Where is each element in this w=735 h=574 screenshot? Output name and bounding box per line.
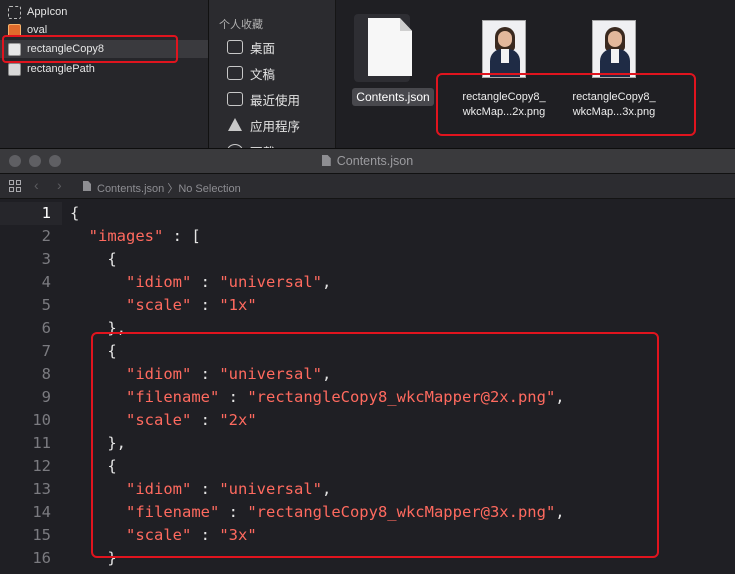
asset-catalog-list: AppIcon oval rectangleCopy8 rectanglePat… bbox=[0, 0, 209, 148]
code-line[interactable]: 4 "idiom" : "universal", bbox=[0, 271, 735, 294]
image-thumbnail-icon bbox=[482, 20, 526, 78]
string-token: "idiom" bbox=[126, 273, 192, 291]
appicon-placeholder-icon bbox=[8, 5, 21, 19]
sidebar-item-desktop[interactable]: 桌面 bbox=[227, 37, 275, 57]
sidebar-item-applications[interactable]: 应用程序 bbox=[227, 115, 300, 135]
string-token: "images" bbox=[88, 227, 164, 245]
asset-item-label: rectanglePath bbox=[27, 63, 95, 75]
punctuation-token bbox=[70, 273, 126, 291]
applications-icon bbox=[227, 118, 243, 132]
line-number: 11 bbox=[32, 434, 51, 452]
sidebar-item-label: 桌面 bbox=[250, 41, 276, 56]
recents-icon bbox=[227, 92, 243, 106]
punctuation-token: , bbox=[321, 273, 332, 291]
string-token: "scale" bbox=[126, 296, 192, 314]
forward-chevron-icon[interactable]: › bbox=[57, 177, 62, 193]
line-number: 6 bbox=[41, 319, 51, 337]
annotation-highlight-thumbnails bbox=[436, 73, 696, 136]
file-label: Contents.json bbox=[352, 88, 434, 106]
punctuation-token: { bbox=[70, 204, 80, 222]
document-icon bbox=[83, 181, 91, 191]
punctuation-token: : bbox=[191, 273, 220, 291]
document-icon bbox=[321, 155, 331, 166]
annotation-highlight-asset bbox=[2, 35, 178, 63]
line-number: 2 bbox=[41, 227, 51, 245]
asset-item-label: AppIcon bbox=[27, 6, 68, 18]
window-title-text: Contents.json bbox=[336, 154, 414, 168]
code-line[interactable]: 5 "scale" : "1x" bbox=[0, 294, 735, 317]
punctuation-token: : [ bbox=[163, 227, 201, 245]
punctuation-token: : bbox=[191, 296, 220, 314]
line-number: 13 bbox=[32, 480, 51, 498]
line-number: 7 bbox=[41, 342, 51, 360]
favorites-heading: 个人收藏 bbox=[219, 19, 263, 31]
code-text: "images" : [ bbox=[70, 225, 201, 248]
code-text: { bbox=[70, 248, 117, 271]
image-set-icon bbox=[8, 62, 21, 76]
jump-bar: ‹ › Contents.json 〉No Selection bbox=[0, 174, 735, 199]
line-number: 9 bbox=[41, 388, 51, 406]
punctuation-token: { bbox=[70, 250, 117, 268]
finder-sidebar: 个人收藏 桌面 文稿 最近使用 应用程序 下载 bbox=[209, 0, 336, 148]
documents-icon bbox=[227, 66, 243, 80]
annotation-highlight-code bbox=[91, 332, 659, 558]
punctuation-token bbox=[70, 227, 89, 245]
line-number: 10 bbox=[32, 411, 51, 429]
code-line[interactable]: 2 "images" : [ bbox=[0, 225, 735, 248]
string-token: "1x" bbox=[219, 296, 257, 314]
top-region: AppIcon oval rectangleCopy8 rectanglePat… bbox=[0, 0, 735, 148]
code-text: "idiom" : "universal", bbox=[70, 271, 331, 294]
asset-item-appicon[interactable]: AppIcon bbox=[8, 3, 67, 21]
string-token: "universal" bbox=[219, 273, 322, 291]
line-number: 12 bbox=[32, 457, 51, 475]
line-number: 3 bbox=[41, 250, 51, 268]
line-number: 16 bbox=[32, 549, 51, 567]
back-chevron-icon[interactable]: ‹ bbox=[34, 177, 39, 193]
line-number: 5 bbox=[41, 296, 51, 314]
line-number: 1 bbox=[41, 204, 51, 222]
line-number: 14 bbox=[32, 503, 51, 521]
image-thumbnail-icon bbox=[592, 20, 636, 78]
line-number: 8 bbox=[41, 365, 51, 383]
breadcrumb[interactable]: Contents.json 〉No Selection bbox=[97, 180, 241, 196]
sidebar-item-label: 应用程序 bbox=[250, 119, 301, 134]
editor-window: Contents.json ‹ › Contents.json 〉No Sele… bbox=[0, 148, 735, 574]
code-text: { bbox=[70, 202, 79, 225]
json-document-icon bbox=[354, 14, 412, 82]
sidebar-item-label: 最近使用 bbox=[250, 93, 301, 108]
related-items-grid-icon[interactable] bbox=[9, 180, 21, 192]
code-line[interactable]: 3 { bbox=[0, 248, 735, 271]
desktop-icon bbox=[227, 40, 243, 54]
window-titlebar: Contents.json bbox=[0, 149, 735, 174]
window-title: Contents.json bbox=[0, 154, 735, 168]
code-line[interactable]: 1{ bbox=[0, 202, 735, 225]
line-number: 4 bbox=[41, 273, 51, 291]
sidebar-item-downloads[interactable]: 下载 bbox=[227, 141, 275, 148]
line-number: 15 bbox=[32, 526, 51, 544]
sidebar-item-documents[interactable]: 文稿 bbox=[227, 63, 275, 83]
code-text: "scale" : "1x" bbox=[70, 294, 257, 317]
sidebar-item-recents[interactable]: 最近使用 bbox=[227, 89, 300, 109]
sidebar-item-label: 文稿 bbox=[250, 67, 276, 82]
punctuation-token bbox=[70, 296, 126, 314]
